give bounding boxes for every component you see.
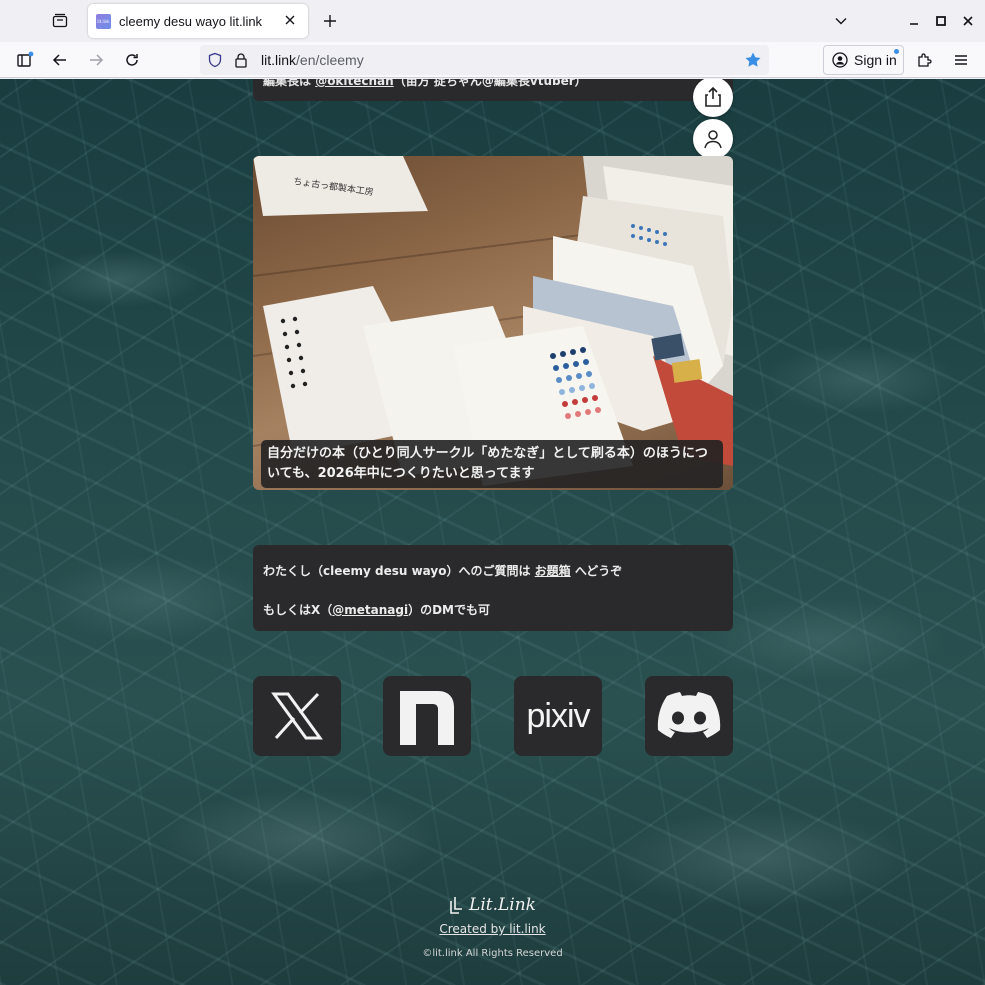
contact-line-2: もしくはX（@metanagi）のDMでも可 [263, 603, 490, 617]
navigation-toolbar: lit.link/en/cleemy Sign in [0, 42, 985, 78]
litlink-favicon-icon: lit.link [96, 13, 111, 29]
tracking-protection-shield-icon[interactable] [207, 52, 223, 72]
x-link-button[interactable] [253, 676, 341, 756]
page-viewport: 編集長は @okitechan（亩方 捉ちゃん@編集長vtuber） ちょ古っ都… [0, 79, 985, 985]
created-by-link[interactable]: Created by lit.link [0, 922, 985, 936]
odaibako-link[interactable]: お題箱 [535, 564, 571, 578]
reload-icon[interactable] [119, 47, 145, 73]
litlink-logo-text: Lit.Link [469, 895, 536, 915]
sign-in-button[interactable]: Sign in [823, 45, 904, 75]
close-tab-icon[interactable] [282, 12, 298, 28]
list-tabs-chevron-icon[interactable] [827, 8, 855, 34]
metanagi-link[interactable]: @metanagi [332, 603, 408, 617]
user-icon [704, 130, 722, 149]
address-bar[interactable]: lit.link/en/cleemy [200, 45, 769, 75]
pixiv-logo-icon: pixiv [526, 696, 590, 735]
copyright-text: ©lit.link All Rights Reserved [422, 948, 563, 959]
minimize-icon[interactable] [900, 8, 928, 34]
maximize-icon[interactable] [927, 8, 955, 34]
discord-logo-icon [657, 692, 721, 738]
editor-text: 編集長は @okitechan（亩方 捉ちゃん@編集長vtuber） [263, 79, 587, 89]
bookmark-star-icon[interactable] [744, 51, 762, 73]
text-card-editor: 編集長は @okitechan（亩方 捉ちゃん@編集長vtuber） [253, 79, 733, 101]
new-tab-icon[interactable] [316, 8, 344, 34]
litlink-mark-icon [450, 897, 463, 914]
photo-card-books[interactable]: ちょ古っ都製本工房 自分だけの本（ひとり同人サークル「めたなぎ」として刷る本）の… [253, 156, 733, 490]
okitechan-link[interactable]: @okitechan [315, 79, 394, 88]
discord-link-button[interactable] [645, 676, 733, 756]
photo-caption: 自分だけの本（ひとり同人サークル「めたなぎ」として刷る本）のほうについても、20… [261, 440, 723, 488]
forward-arrow-icon[interactable] [83, 47, 109, 73]
note-link-button[interactable] [383, 676, 471, 756]
menu-hamburger-icon[interactable] [948, 47, 974, 73]
account-icon [832, 52, 848, 68]
url-text: lit.link/en/cleemy [261, 52, 364, 68]
lock-icon[interactable] [234, 52, 248, 72]
pixiv-link-button[interactable]: pixiv [514, 676, 602, 756]
close-window-icon[interactable] [954, 8, 982, 34]
extensions-puzzle-icon[interactable] [912, 47, 938, 73]
tab-bar: lit.link cleemy desu wayo lit.link [0, 0, 985, 42]
sign-in-label: Sign in [854, 52, 897, 68]
profile-button[interactable] [693, 119, 733, 159]
litlink-logo[interactable]: Lit.Link [0, 895, 985, 915]
photo-caption-text: 自分だけの本（ひとり同人サークル「めたなぎ」として刷る本）のほうについても、20… [267, 446, 708, 481]
x-logo-icon [271, 692, 323, 740]
back-arrow-icon[interactable] [47, 47, 73, 73]
tab-active[interactable]: lit.link cleemy desu wayo lit.link [88, 4, 308, 38]
text-card-contact: わたくし（cleemy desu wayo）へのご質問は お題箱 へどうぞ もし… [253, 545, 733, 631]
sidebar-toggle-icon[interactable] [12, 47, 38, 73]
contact-line-1: わたくし（cleemy desu wayo）へのご質問は お題箱 へどうぞ [263, 564, 623, 578]
note-logo-icon [400, 691, 454, 745]
notification-dot [894, 49, 899, 54]
tab-title: cleemy desu wayo lit.link [119, 13, 263, 29]
tab-overview-icon[interactable] [46, 8, 74, 34]
share-button[interactable] [693, 79, 733, 117]
share-icon [705, 86, 721, 107]
